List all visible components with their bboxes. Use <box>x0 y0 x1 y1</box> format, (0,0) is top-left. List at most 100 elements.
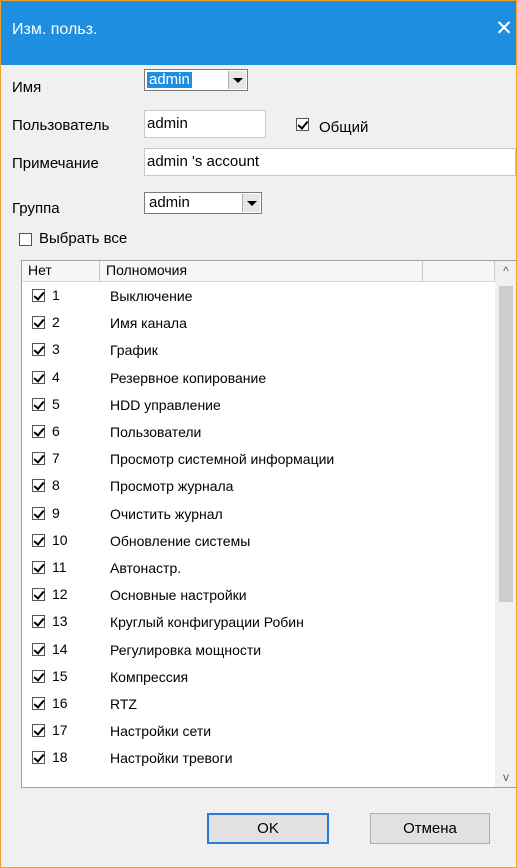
permission-number: 12 <box>52 586 68 603</box>
list-item[interactable]: 6 Пользователи <box>22 419 495 446</box>
group-select-value: admin <box>149 194 190 211</box>
scroll-down-icon[interactable]: v <box>495 767 516 787</box>
user-field[interactable]: admin <box>144 110 266 138</box>
list-header: Нет Полномочия <box>22 261 495 282</box>
permission-checkbox[interactable] <box>32 533 45 547</box>
permission-checkbox[interactable] <box>32 479 45 493</box>
permission-number: 2 <box>52 314 60 331</box>
list-item[interactable]: 12 Основные настройки <box>22 582 495 609</box>
permission-number: 3 <box>52 341 60 358</box>
edit-user-dialog: Изм. польз. ✕ Имя admin Пользователь adm… <box>0 0 517 868</box>
permission-number: 11 <box>52 559 67 575</box>
list-item[interactable]: 11 Автонастр. <box>22 555 495 582</box>
permission-name: Просмотр журнала <box>110 478 234 495</box>
note-label: Примечание <box>12 155 99 172</box>
permission-number: 16 <box>52 695 68 711</box>
permission-checkbox[interactable] <box>32 316 45 330</box>
list-item[interactable]: 13 Круглый конфигурации Робин <box>22 609 495 636</box>
name-select-value: admin <box>147 71 192 88</box>
cancel-button[interactable]: Отмена <box>370 813 490 844</box>
list-item[interactable]: 15 Компрессия <box>22 664 495 691</box>
list-item[interactable]: 7 Просмотр системной информации <box>22 446 495 473</box>
permission-number: 9 <box>52 504 60 521</box>
list-item[interactable]: 16 RTZ <box>22 691 495 718</box>
user-label: Пользователь <box>12 117 110 134</box>
name-select[interactable]: admin <box>144 69 248 91</box>
permission-name: Просмотр системной информации <box>110 451 335 468</box>
permission-name: Выключение <box>110 288 193 304</box>
permission-checkbox[interactable] <box>32 425 45 438</box>
note-field[interactable]: admin 's account <box>144 148 516 176</box>
permission-name: Обновление системы <box>110 532 251 549</box>
permission-checkbox[interactable] <box>32 669 45 683</box>
list-item[interactable]: 10 Обновление системы <box>22 528 495 555</box>
permission-name: Компрессия <box>110 668 189 685</box>
permission-checkbox[interactable] <box>32 615 45 629</box>
permission-name: Пользователи <box>110 424 202 440</box>
permission-name: Основные настройки <box>110 587 247 604</box>
permission-checkbox[interactable] <box>32 697 45 710</box>
select-all-checkbox[interactable] <box>19 233 32 246</box>
permission-number: 7 <box>52 450 60 467</box>
permission-number: 5 <box>52 395 60 412</box>
shared-label: Общий <box>319 119 369 136</box>
permission-checkbox[interactable] <box>32 397 45 411</box>
shared-checkbox[interactable] <box>296 118 309 131</box>
list-item[interactable]: 8 Просмотр журнала <box>22 473 495 500</box>
permission-checkbox[interactable] <box>32 561 45 574</box>
permission-name: Имя канала <box>110 315 187 332</box>
permission-name: Автонастр. <box>110 560 182 576</box>
permission-number: 13 <box>52 613 68 630</box>
list-item[interactable]: 18 Настройки тревоги <box>22 745 495 772</box>
list-item[interactable]: 3 График <box>22 337 495 364</box>
select-all-label: Выбрать все <box>39 230 128 247</box>
permission-name: Регулировка мощности <box>110 641 262 658</box>
list-item[interactable]: 9 Очистить журнал <box>22 501 495 528</box>
permission-checkbox[interactable] <box>32 506 45 520</box>
permission-checkbox[interactable] <box>32 751 45 765</box>
permission-name: RTZ <box>110 696 137 712</box>
close-icon[interactable]: ✕ <box>492 15 516 43</box>
permission-number: 18 <box>52 749 68 766</box>
permission-checkbox[interactable] <box>32 343 45 357</box>
scroll-thumb[interactable] <box>499 286 513 602</box>
list-item[interactable]: 4 Резервное копирование <box>22 365 495 392</box>
permission-name: Круглый конфигурации Робин <box>110 614 304 631</box>
column-header-no[interactable]: Нет <box>22 261 100 281</box>
vertical-scrollbar[interactable]: ^ v <box>495 261 516 787</box>
permission-number: 1 <box>52 287 60 303</box>
permission-number: 17 <box>52 722 68 739</box>
list-item[interactable]: 17 Настройки сети <box>22 718 495 745</box>
permission-checkbox[interactable] <box>32 370 45 384</box>
column-header-permission[interactable]: Полномочия <box>100 261 423 281</box>
permission-checkbox[interactable] <box>32 724 45 738</box>
permission-checkbox[interactable] <box>32 642 45 656</box>
ok-button[interactable]: OK <box>207 813 329 844</box>
permission-number: 10 <box>52 531 68 548</box>
permission-checkbox[interactable] <box>32 289 45 302</box>
list-item[interactable]: 1 Выключение <box>22 283 495 310</box>
permission-name: Резервное копирование <box>110 369 267 386</box>
scroll-up-icon[interactable]: ^ <box>495 261 516 281</box>
group-label: Группа <box>12 200 60 217</box>
name-label: Имя <box>12 79 42 96</box>
permissions-list[interactable]: Нет Полномочия 1 Выключение 2 Имя канала 3 Гр… <box>21 260 516 788</box>
title-bar[interactable]: Изм. польз. ✕ <box>1 1 516 65</box>
chevron-down-icon[interactable] <box>228 71 246 89</box>
permission-number: 8 <box>52 477 60 494</box>
column-header-empty[interactable] <box>423 261 495 281</box>
list-item[interactable]: 5 HDD управление <box>22 392 495 419</box>
permission-name: HDD управление <box>110 396 221 413</box>
group-select[interactable]: admin <box>144 192 262 214</box>
permission-checkbox[interactable] <box>32 588 45 602</box>
list-item[interactable]: 2 Имя канала <box>22 310 495 337</box>
permission-name: График <box>110 342 158 359</box>
window-title: Изм. польз. <box>12 21 98 38</box>
permission-checkbox[interactable] <box>32 452 45 466</box>
permission-number: 14 <box>52 640 68 657</box>
permission-number: 4 <box>52 368 60 385</box>
chevron-down-icon[interactable] <box>242 194 260 212</box>
list-item[interactable]: 14 Регулировка мощности <box>22 637 495 664</box>
permission-name: Настройки сети <box>110 723 212 740</box>
permission-name: Очистить журнал <box>110 505 223 522</box>
